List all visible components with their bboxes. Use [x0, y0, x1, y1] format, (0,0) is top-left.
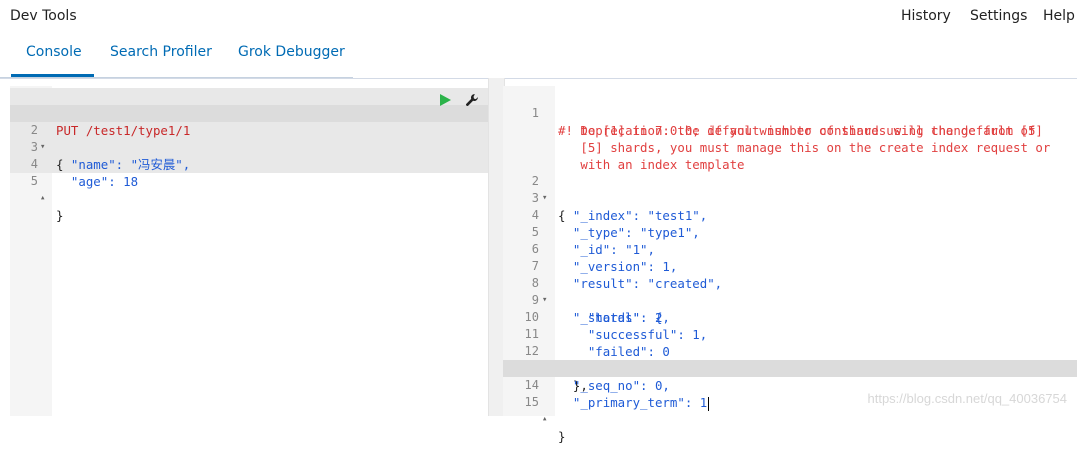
request-line-2[interactable]: 2 ▾ { — [10, 105, 488, 172]
tab-bar-rule — [0, 77, 353, 78]
tab-bar: Console Search Profiler Grok Debugger — [0, 34, 1077, 79]
request-editor[interactable]: 1 PUT /test1/type1/1 2 ▾ { 3 "name": "冯安… — [10, 86, 488, 416]
response-code: } — [558, 429, 566, 444]
response-line-11: 11 "failed": 0 — [503, 309, 1077, 359]
request-code: } — [56, 208, 64, 223]
response-line-3: 3 "_index": "test1", — [503, 173, 1077, 223]
response-line-5: 5 "_id": "1", — [503, 207, 1077, 257]
line-number: 5 — [30, 174, 38, 188]
fold-toggle-icon[interactable]: ▴ — [40, 190, 45, 207]
response-line-1: 1 #! Deprecation: the default number of … — [503, 88, 1077, 138]
response-line-9: 9 "total": 2, — [503, 275, 1077, 325]
response-line-1-wrap: [5] shards, you must manage this on the … — [503, 122, 1077, 155]
request-line-4[interactable]: 4 "age": 18 — [10, 139, 488, 189]
response-line-4: 4 "_type": "type1", — [503, 190, 1077, 240]
tab-console[interactable]: Console — [26, 44, 82, 60]
active-tab-indicator — [11, 74, 94, 77]
response-editor: 1 #! Deprecation: the default number of … — [503, 86, 1077, 444]
request-line-3[interactable]: 3 "name": "冯安晨", — [10, 122, 488, 172]
line-number: 15 — [524, 395, 539, 409]
settings-link[interactable]: Settings — [970, 8, 1027, 24]
history-link[interactable]: History — [901, 8, 951, 24]
request-line-1[interactable]: 1 PUT /test1/type1/1 — [10, 88, 488, 138]
wrench-icon[interactable] — [465, 93, 480, 111]
fold-toggle-icon[interactable]: ▴ — [542, 411, 547, 428]
request-line-5[interactable]: 5 ▴ } — [10, 156, 488, 223]
response-line-8: 8 ▾ "_shards": { — [503, 258, 1077, 325]
app-title: Dev Tools — [10, 8, 77, 24]
response-line-13: 13 "_seq_no": 0, — [503, 343, 1077, 393]
text-cursor — [708, 396, 710, 411]
title-bar: Dev Tools History Settings Help — [0, 0, 1077, 34]
tab-grok-debugger[interactable]: Grok Debugger — [238, 44, 345, 60]
response-line-7: 7 "result": "created", — [503, 241, 1077, 291]
response-code: "_primary_term": 1 — [558, 394, 710, 411]
help-link[interactable]: Help — [1043, 8, 1075, 24]
play-icon[interactable] — [438, 93, 452, 110]
watermark: https://blog.csdn.net/qq_40036754 — [867, 391, 1068, 406]
response-line-2: 2 ▾ { — [503, 156, 1077, 223]
response-code-text: "_primary_term": 1 — [558, 395, 708, 410]
request-code: "age": 18 — [56, 174, 139, 189]
tab-search-profiler[interactable]: Search Profiler — [110, 44, 212, 60]
response-line-1-wrap: to [1] in 7.0.0; if you wish to continue… — [503, 105, 1077, 138]
response-line-10: 10 "successful": 1, — [503, 292, 1077, 342]
response-line-12: 12 ▴ }, — [503, 326, 1077, 393]
response-line-6: 6 "_version": 1, — [503, 224, 1077, 274]
response-line-14: 14 "_primary_term": 1 — [503, 360, 1077, 411]
response-line-1-wrap: with an index template — [503, 139, 1077, 172]
